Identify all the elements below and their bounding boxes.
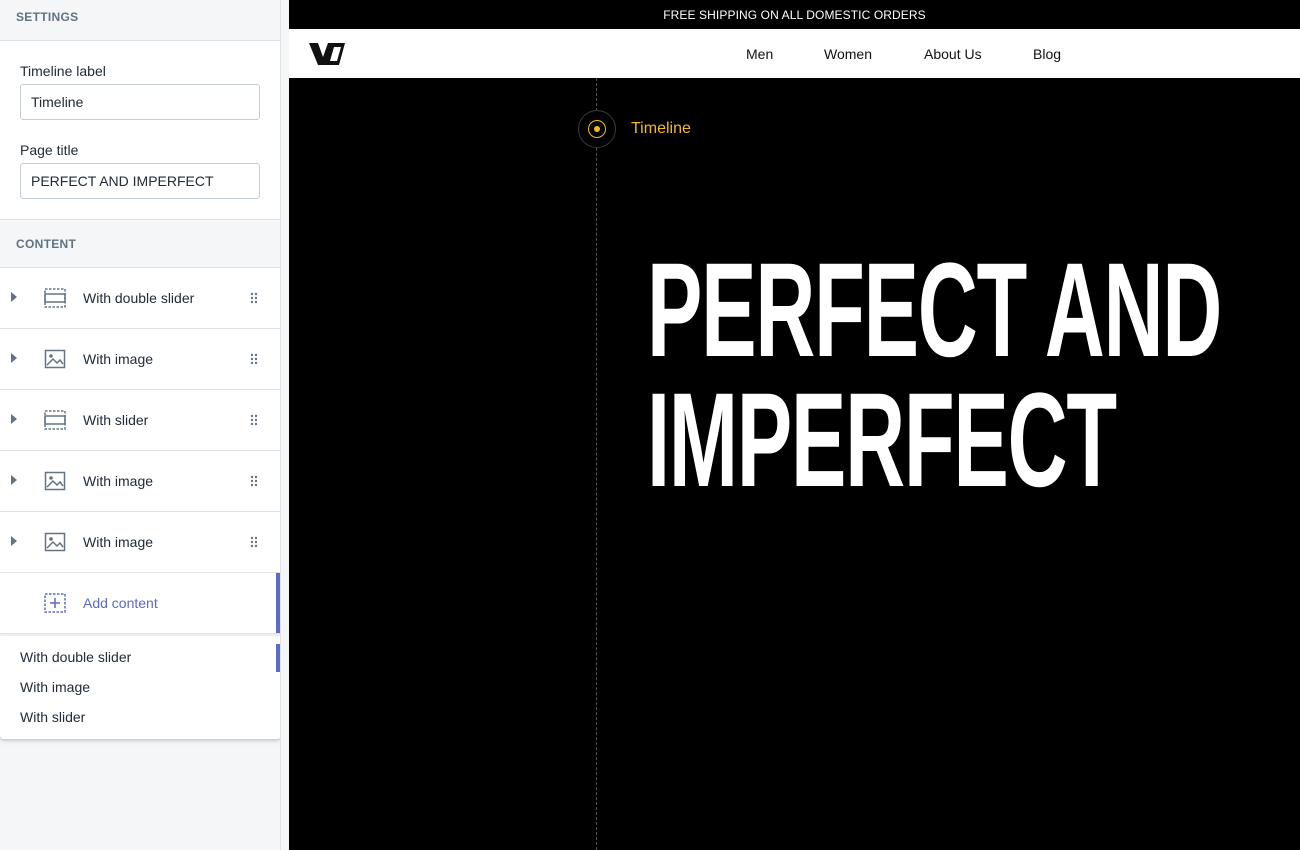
timeline-marker-icon [578, 110, 616, 148]
dropdown-option-double-slider[interactable]: With double slider [0, 642, 280, 672]
drag-handle-icon[interactable] [250, 353, 258, 365]
page-title-label: Page title [20, 142, 79, 158]
nav-link-about-us[interactable]: About Us [924, 46, 982, 62]
page-title-input[interactable] [20, 163, 260, 199]
caret-right-icon[interactable] [11, 292, 17, 302]
timeline-line [596, 78, 597, 850]
content-list: With double slider With image With slide… [0, 268, 280, 634]
content-item-image[interactable]: With image [0, 512, 280, 573]
nav-link-blog[interactable]: Blog [1033, 46, 1061, 62]
image-icon [44, 349, 66, 369]
hero-title: PERFECT AND IMPERFECT [647, 236, 1222, 515]
nav-link-women[interactable]: Women [824, 46, 872, 62]
drag-handle-icon[interactable] [250, 414, 258, 426]
content-item-label: With image [83, 534, 154, 550]
hero-title-line-2: IMPERFECT [647, 366, 1117, 515]
drag-handle-icon[interactable] [250, 536, 258, 548]
page-title-group: Page title [20, 142, 260, 199]
content-item-slider[interactable]: With slider [0, 390, 280, 451]
content-item-label: With image [83, 351, 154, 367]
timeline-label-input[interactable] [20, 84, 260, 120]
drag-handle-icon[interactable] [250, 292, 258, 304]
add-content-label: Add content [83, 595, 158, 611]
brand-logo[interactable] [309, 43, 345, 65]
dropdown-option-image[interactable]: With image [0, 672, 280, 702]
content-item-double-slider[interactable]: With double slider [0, 268, 280, 329]
slider-icon [44, 410, 66, 430]
dropdown-option-slider[interactable]: With slider [0, 702, 280, 732]
caret-right-icon[interactable] [11, 353, 17, 363]
content-item-image[interactable]: With image [0, 451, 280, 512]
panel-gutter [281, 0, 289, 850]
store-navbar: Men Women About Us Blog [289, 29, 1300, 78]
timeline-dot [594, 126, 600, 132]
slider-icon [44, 288, 66, 308]
hero-title-line-1: PERFECT AND [647, 236, 1222, 385]
content-heading: CONTENT [0, 220, 280, 268]
timeline-label: Timeline [631, 120, 691, 137]
content-item-label: With slider [83, 412, 149, 428]
add-content-dropdown: With double slider With image With slide… [0, 636, 280, 739]
settings-heading: SETTINGS [16, 10, 79, 24]
caret-right-icon[interactable] [11, 475, 17, 485]
timeline-label-group: Timeline label [20, 63, 260, 120]
settings-card: Timeline label Page title [0, 40, 280, 220]
timeline-label-label: Timeline label [20, 63, 106, 79]
nav-link-men[interactable]: Men [746, 46, 773, 62]
image-icon [44, 532, 66, 552]
image-icon [44, 471, 66, 491]
caret-right-icon[interactable] [11, 536, 17, 546]
add-content-button[interactable]: Add content [0, 573, 280, 634]
active-indicator [276, 573, 280, 633]
store-preview: FREE SHIPPING ON ALL DOMESTIC ORDERS Men… [289, 0, 1300, 850]
add-icon [44, 593, 66, 613]
content-item-image[interactable]: With image [0, 329, 280, 390]
content-item-label: With double slider [83, 290, 195, 306]
content-item-label: With image [83, 473, 154, 489]
caret-right-icon[interactable] [11, 414, 17, 424]
announcement-bar: FREE SHIPPING ON ALL DOMESTIC ORDERS [289, 0, 1300, 29]
drag-handle-icon[interactable] [250, 475, 258, 487]
editor-sidebar: SETTINGS Timeline label Page title CONTE… [0, 0, 281, 850]
